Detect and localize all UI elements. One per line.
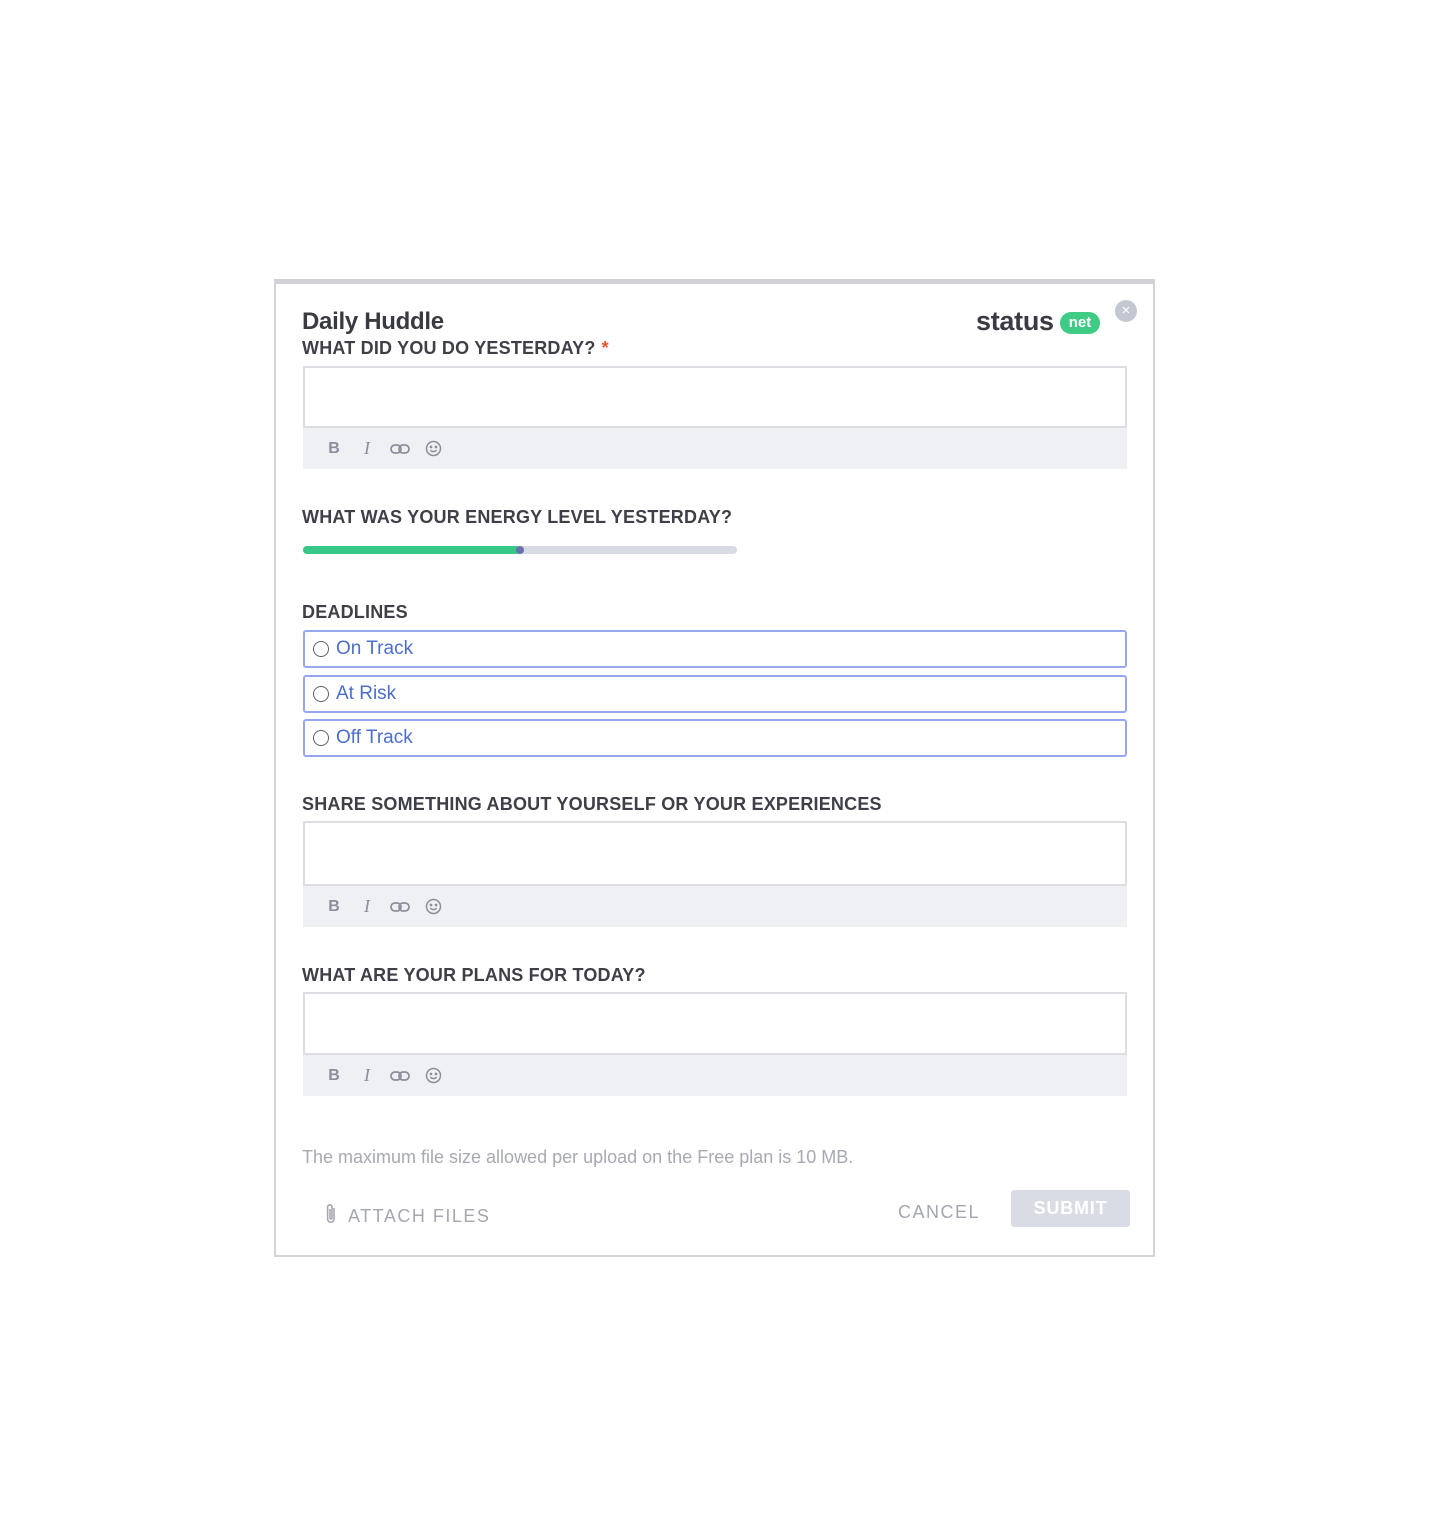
- cancel-button[interactable]: CANCEL: [898, 1202, 980, 1223]
- energy-slider-fill: [303, 546, 520, 554]
- radio-label: On Track: [336, 638, 414, 659]
- emoji-icon[interactable]: [423, 897, 443, 917]
- logo-word: status: [976, 306, 1054, 336]
- yesterday-label-text: WHAT DID YOU DO YESTERDAY?: [302, 338, 596, 358]
- required-mark: *: [601, 338, 609, 358]
- link-icon[interactable]: [390, 1066, 410, 1086]
- radio-button[interactable]: [313, 641, 329, 657]
- plans-toolbar: B I: [303, 1055, 1127, 1096]
- radio-button[interactable]: [313, 730, 329, 746]
- emoji-icon[interactable]: [423, 439, 443, 459]
- radio-label: At Risk: [336, 683, 397, 704]
- energy-label: WHAT WAS YOUR ENERGY LEVEL YESTERDAY?: [302, 507, 733, 527]
- radio-option-on-track[interactable]: On Track: [303, 630, 1127, 668]
- yesterday-toolbar: B I: [303, 428, 1127, 469]
- bold-icon[interactable]: B: [324, 1066, 344, 1086]
- submit-button[interactable]: SUBMIT: [1011, 1190, 1130, 1227]
- italic-icon[interactable]: I: [357, 896, 377, 917]
- italic-icon[interactable]: I: [357, 1065, 377, 1086]
- yesterday-label: WHAT DID YOU DO YESTERDAY? *: [302, 338, 609, 359]
- plans-editor: B I: [303, 992, 1127, 1096]
- yesterday-editor: B I: [303, 366, 1127, 469]
- energy-slider[interactable]: [303, 546, 737, 554]
- share-toolbar: B I: [303, 886, 1127, 927]
- bold-icon[interactable]: B: [324, 897, 344, 917]
- daily-huddle-modal: × Daily Huddle status net WHAT DID YOU D…: [274, 279, 1155, 1257]
- link-icon[interactable]: [390, 897, 410, 917]
- close-button[interactable]: ×: [1115, 300, 1137, 322]
- bold-icon[interactable]: B: [324, 439, 344, 459]
- yesterday-input[interactable]: [303, 366, 1127, 428]
- italic-icon[interactable]: I: [357, 438, 377, 459]
- plans-label: WHAT ARE YOUR PLANS FOR TODAY?: [302, 965, 646, 985]
- radio-option-off-track[interactable]: Off Track: [303, 719, 1127, 757]
- paperclip-icon: [324, 1202, 338, 1231]
- attach-files-button[interactable]: ATTACH FILES: [324, 1202, 490, 1231]
- share-label: SHARE SOMETHING ABOUT YOURSELF OR YOUR E…: [302, 794, 882, 814]
- radio-label: Off Track: [336, 727, 413, 748]
- upload-size-note: The maximum file size allowed per upload…: [302, 1147, 854, 1167]
- deadlines-label: DEADLINES: [302, 602, 408, 622]
- share-editor: B I: [303, 821, 1127, 927]
- status-net-logo: status net: [976, 306, 1101, 337]
- radio-option-at-risk[interactable]: At Risk: [303, 675, 1127, 713]
- attach-files-label: ATTACH FILES: [348, 1206, 491, 1226]
- share-input[interactable]: [303, 821, 1127, 886]
- logo-badge: net: [1059, 312, 1101, 334]
- energy-slider-thumb[interactable]: [516, 546, 524, 554]
- close-icon: ×: [1121, 302, 1131, 319]
- emoji-icon[interactable]: [423, 1066, 443, 1086]
- plans-input[interactable]: [303, 992, 1127, 1055]
- link-icon[interactable]: [390, 439, 410, 459]
- form-title: Daily Huddle: [302, 308, 444, 335]
- radio-button[interactable]: [313, 686, 329, 702]
